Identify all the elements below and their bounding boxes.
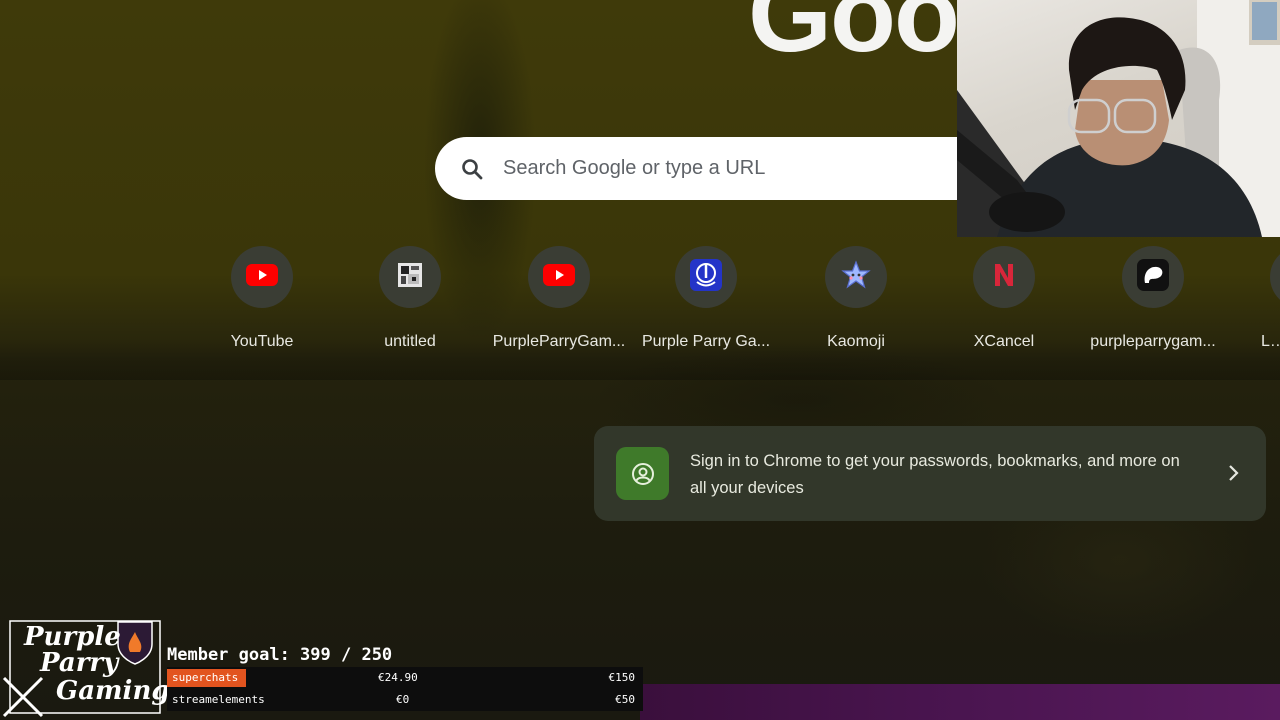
shortcut-label: XCancel bbox=[973, 333, 1035, 350]
shortcut-xcancel[interactable]: XCancel bbox=[934, 246, 1074, 351]
member-goal-label: Member goal: 399 / 250 bbox=[167, 645, 393, 665]
goal-row-superchats: superchats €24.90 €150 bbox=[167, 667, 643, 689]
google-logo: Goo bbox=[748, 0, 960, 74]
donation-goals-table: superchats €24.90 €150 streamelements €0… bbox=[167, 667, 643, 711]
shortcut-label: YouTube bbox=[230, 333, 294, 350]
shortcut-tile bbox=[379, 246, 441, 308]
shortcut-label: LiamD bbox=[1261, 333, 1280, 350]
shortcut-purpleparrygaming-site[interactable]: purpleparrygam... bbox=[1083, 246, 1223, 351]
shortcut-youtube[interactable]: YouTube bbox=[192, 246, 332, 351]
youtube-icon bbox=[543, 263, 575, 291]
n-letter-icon bbox=[989, 260, 1019, 295]
goal-target: €50 bbox=[615, 693, 635, 706]
goal-target: €150 bbox=[608, 671, 636, 684]
shield-icon bbox=[689, 258, 723, 297]
favicon-icon bbox=[396, 261, 424, 294]
goal-name: streamelements bbox=[172, 693, 265, 706]
star-icon bbox=[841, 259, 871, 295]
webcam-feed bbox=[957, 0, 1280, 237]
shortcut-tile bbox=[675, 246, 737, 308]
search-icon bbox=[461, 158, 483, 180]
goal-row-streamelements: streamelements €0 €50 bbox=[167, 689, 643, 711]
blob-icon bbox=[1137, 258, 1169, 296]
signin-promo-card[interactable]: Sign in to Chrome to get your passwords,… bbox=[594, 426, 1266, 521]
shortcut-kaomoji[interactable]: Kaomoji bbox=[786, 246, 926, 351]
shortcut-tile bbox=[825, 246, 887, 308]
shortcut-untitled[interactable]: untitled bbox=[340, 246, 480, 351]
shortcut-label: Kaomoji bbox=[827, 333, 885, 350]
goal-current: €0 bbox=[396, 693, 410, 706]
signin-promo-text: Sign in to Chrome to get your passwords,… bbox=[690, 452, 1180, 497]
logo-text-line: Purple bbox=[24, 622, 121, 652]
search-input[interactable] bbox=[501, 156, 925, 181]
logo-text-line: Gaming bbox=[56, 676, 170, 706]
shortcut-label: PurpleParryGam... bbox=[492, 333, 626, 350]
account-icon bbox=[616, 447, 669, 500]
shortcut-label: untitled bbox=[384, 333, 436, 350]
shortcut-tile bbox=[231, 246, 293, 308]
logo-text-line: Parry bbox=[40, 648, 119, 678]
chevron-right-icon[interactable] bbox=[1228, 462, 1240, 489]
shortcut-label: Purple Parry Ga... bbox=[641, 333, 771, 350]
search-box[interactable] bbox=[435, 137, 995, 200]
shortcut-purpleparrygaming-youtube[interactable]: PurpleParryGam... bbox=[489, 246, 629, 351]
goal-name: superchats bbox=[172, 671, 239, 684]
webcam-person-image bbox=[957, 0, 1280, 237]
shortcut-tile bbox=[528, 246, 590, 308]
youtube-icon bbox=[246, 263, 278, 291]
shortcut-tile bbox=[973, 246, 1035, 308]
shortcut-purpleparrygaming[interactable]: Purple Parry Ga... bbox=[636, 246, 776, 351]
shortcut-tile bbox=[1122, 246, 1184, 308]
goal-current: €24.90 bbox=[378, 671, 418, 684]
stream-footer-bar bbox=[640, 684, 1280, 720]
shortcut-label: purpleparrygam... bbox=[1090, 333, 1216, 350]
channel-logo: Purple Parry Gaming bbox=[0, 618, 170, 720]
shortcut-liamd[interactable]: LiamD bbox=[1231, 246, 1280, 351]
shortcut-tile bbox=[1270, 246, 1280, 308]
